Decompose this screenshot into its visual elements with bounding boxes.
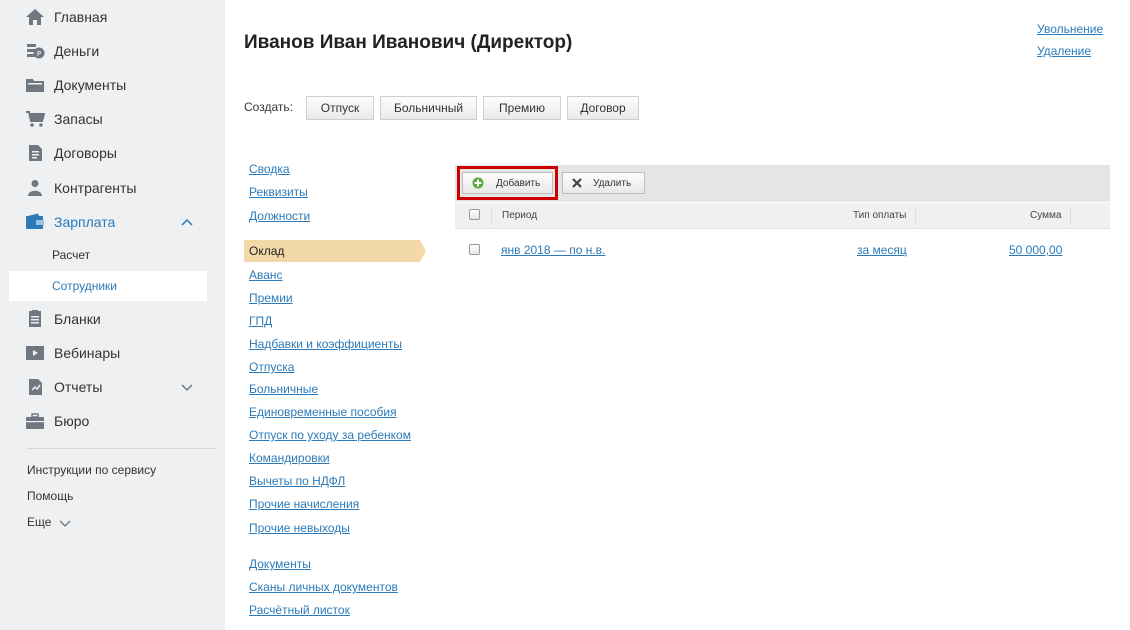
- delete-employee-link[interactable]: Удаление: [1037, 44, 1091, 58]
- wallet-icon: [26, 213, 44, 229]
- menu-documents-link[interactable]: Документы: [249, 557, 311, 571]
- chevron-up-icon[interactable]: [180, 215, 194, 229]
- row-checkbox[interactable]: [469, 244, 480, 255]
- chevron-down-icon: [59, 520, 71, 527]
- menu-tax-deductions-link[interactable]: Вычеты по НДФЛ: [249, 474, 345, 488]
- sidebar: Главная P Деньги Документы Запасы Догово…: [0, 0, 225, 630]
- sidebar-item-forms[interactable]: Бланки: [0, 302, 225, 336]
- add-button-label: Добавить: [496, 178, 541, 189]
- menu-gpd-link[interactable]: ГПД: [249, 314, 272, 328]
- page-title: Иванов Иван Иванович (Директор): [244, 32, 573, 53]
- column-header-amount[interactable]: Сумма: [1030, 210, 1061, 221]
- money-icon: P: [27, 44, 45, 59]
- sidebar-item-reports[interactable]: Отчеты: [0, 370, 225, 404]
- create-label: Создать:: [244, 100, 293, 114]
- sidebar-item-label: Отчеты: [54, 379, 103, 395]
- menu-payslip-link[interactable]: Расчётный листок: [249, 603, 350, 617]
- menu-bonuses-link[interactable]: Премии: [249, 291, 293, 305]
- add-button[interactable]: Добавить: [462, 172, 553, 194]
- sidebar-item-label: Вебинары: [54, 345, 121, 361]
- menu-item-active[interactable]: Оклад: [244, 240, 426, 262]
- sidebar-item-label: Деньги: [54, 43, 100, 59]
- sidebar-item-label: Бюро: [54, 413, 90, 429]
- sidebar-item-stock[interactable]: Запасы: [0, 102, 225, 136]
- cart-icon: [26, 111, 45, 127]
- menu-item-active-label: Оклад: [249, 244, 285, 258]
- sidebar-item-label: Документы: [54, 77, 127, 93]
- sidebar-item-label: Бланки: [54, 311, 101, 327]
- menu-business-trips-link[interactable]: Командировки: [249, 451, 330, 465]
- people-icon: [28, 180, 42, 196]
- video-icon: [26, 346, 44, 360]
- folder-icon: [26, 79, 44, 92]
- sidebar-item-salary[interactable]: Зарплата: [0, 205, 225, 239]
- create-contract-button[interactable]: Договор: [567, 96, 639, 120]
- close-icon: [572, 178, 582, 188]
- sidebar-subitem-calculation[interactable]: Расчет: [9, 240, 207, 270]
- sidebar-item-label: Договоры: [54, 145, 117, 161]
- menu-requisites-link[interactable]: Реквизиты: [249, 185, 308, 199]
- contract-icon: [29, 145, 42, 161]
- row-amount-link[interactable]: 50 000,00: [1009, 243, 1062, 257]
- sidebar-item-documents[interactable]: Документы: [0, 68, 225, 102]
- sidebar-item-label: Контрагенты: [54, 180, 137, 196]
- select-all-checkbox[interactable]: [469, 209, 480, 220]
- menu-sick-leaves-link[interactable]: Больничные: [249, 382, 318, 396]
- delete-button[interactable]: Удалить: [562, 172, 645, 194]
- sidebar-item-label: Главная: [54, 9, 108, 25]
- column-separator: [491, 207, 492, 225]
- briefcase-icon: [26, 413, 44, 429]
- sidebar-item-bureau[interactable]: Бюро: [0, 404, 225, 438]
- menu-scans-link[interactable]: Сканы личных документов: [249, 580, 398, 594]
- create-sick-leave-button[interactable]: Больничный: [380, 96, 477, 120]
- menu-positions-link[interactable]: Должности: [249, 209, 310, 223]
- chevron-down-icon[interactable]: [180, 380, 194, 394]
- sidebar-item-money[interactable]: P Деньги: [0, 34, 225, 68]
- create-vacation-button[interactable]: Отпуск: [306, 96, 374, 120]
- row-pay-type-link[interactable]: за месяц: [857, 243, 907, 257]
- delete-button-label: Удалить: [593, 178, 632, 189]
- sidebar-item-label: Зарплата: [54, 214, 116, 230]
- menu-allowances-link[interactable]: Надбавки и коэффициенты: [249, 337, 402, 351]
- more-link-label: Еще: [27, 515, 52, 529]
- sidebar-item-counterparties[interactable]: Контрагенты: [0, 171, 225, 205]
- menu-vacations-link[interactable]: Отпуска: [249, 360, 294, 374]
- create-bonus-button[interactable]: Премию: [483, 96, 561, 120]
- sidebar-divider: [27, 448, 217, 449]
- form-icon: [29, 310, 41, 327]
- help-instructions-link[interactable]: Инструкции по сервису: [27, 463, 156, 477]
- menu-lump-sum-link[interactable]: Единовременные пособия: [249, 405, 397, 419]
- menu-summary-link[interactable]: Сводка: [249, 162, 290, 176]
- menu-advance-link[interactable]: Аванс: [249, 268, 283, 282]
- sidebar-item-webinars[interactable]: Вебинары: [0, 336, 225, 370]
- dismissal-link[interactable]: Увольнение: [1037, 22, 1103, 36]
- sidebar-subitem-employees[interactable]: Сотрудники: [9, 271, 207, 301]
- menu-other-absences-link[interactable]: Прочие невыходы: [249, 521, 350, 535]
- more-link[interactable]: Еще: [27, 515, 71, 529]
- sidebar-item-label: Запасы: [54, 111, 103, 127]
- column-header-period[interactable]: Период: [502, 210, 537, 221]
- home-icon: [26, 9, 44, 25]
- report-icon: [29, 379, 42, 395]
- help-link[interactable]: Помощь: [27, 489, 73, 503]
- menu-other-accruals-link[interactable]: Прочие начисления: [249, 497, 359, 511]
- svg-text:P: P: [37, 50, 41, 58]
- add-circle-icon: [472, 177, 484, 189]
- menu-childcare-leave-link[interactable]: Отпуск по уходу за ребенком: [249, 428, 411, 442]
- column-separator: [1070, 207, 1071, 225]
- column-separator: [915, 207, 916, 225]
- sidebar-item-home[interactable]: Главная: [0, 0, 225, 34]
- column-header-pay-type[interactable]: Тип оплаты: [853, 210, 906, 221]
- sidebar-item-contracts[interactable]: Договоры: [0, 136, 225, 170]
- row-period-link[interactable]: янв 2018 — по н.в.: [501, 243, 605, 257]
- table-header-row: Период Тип оплаты Сумма: [455, 203, 1110, 229]
